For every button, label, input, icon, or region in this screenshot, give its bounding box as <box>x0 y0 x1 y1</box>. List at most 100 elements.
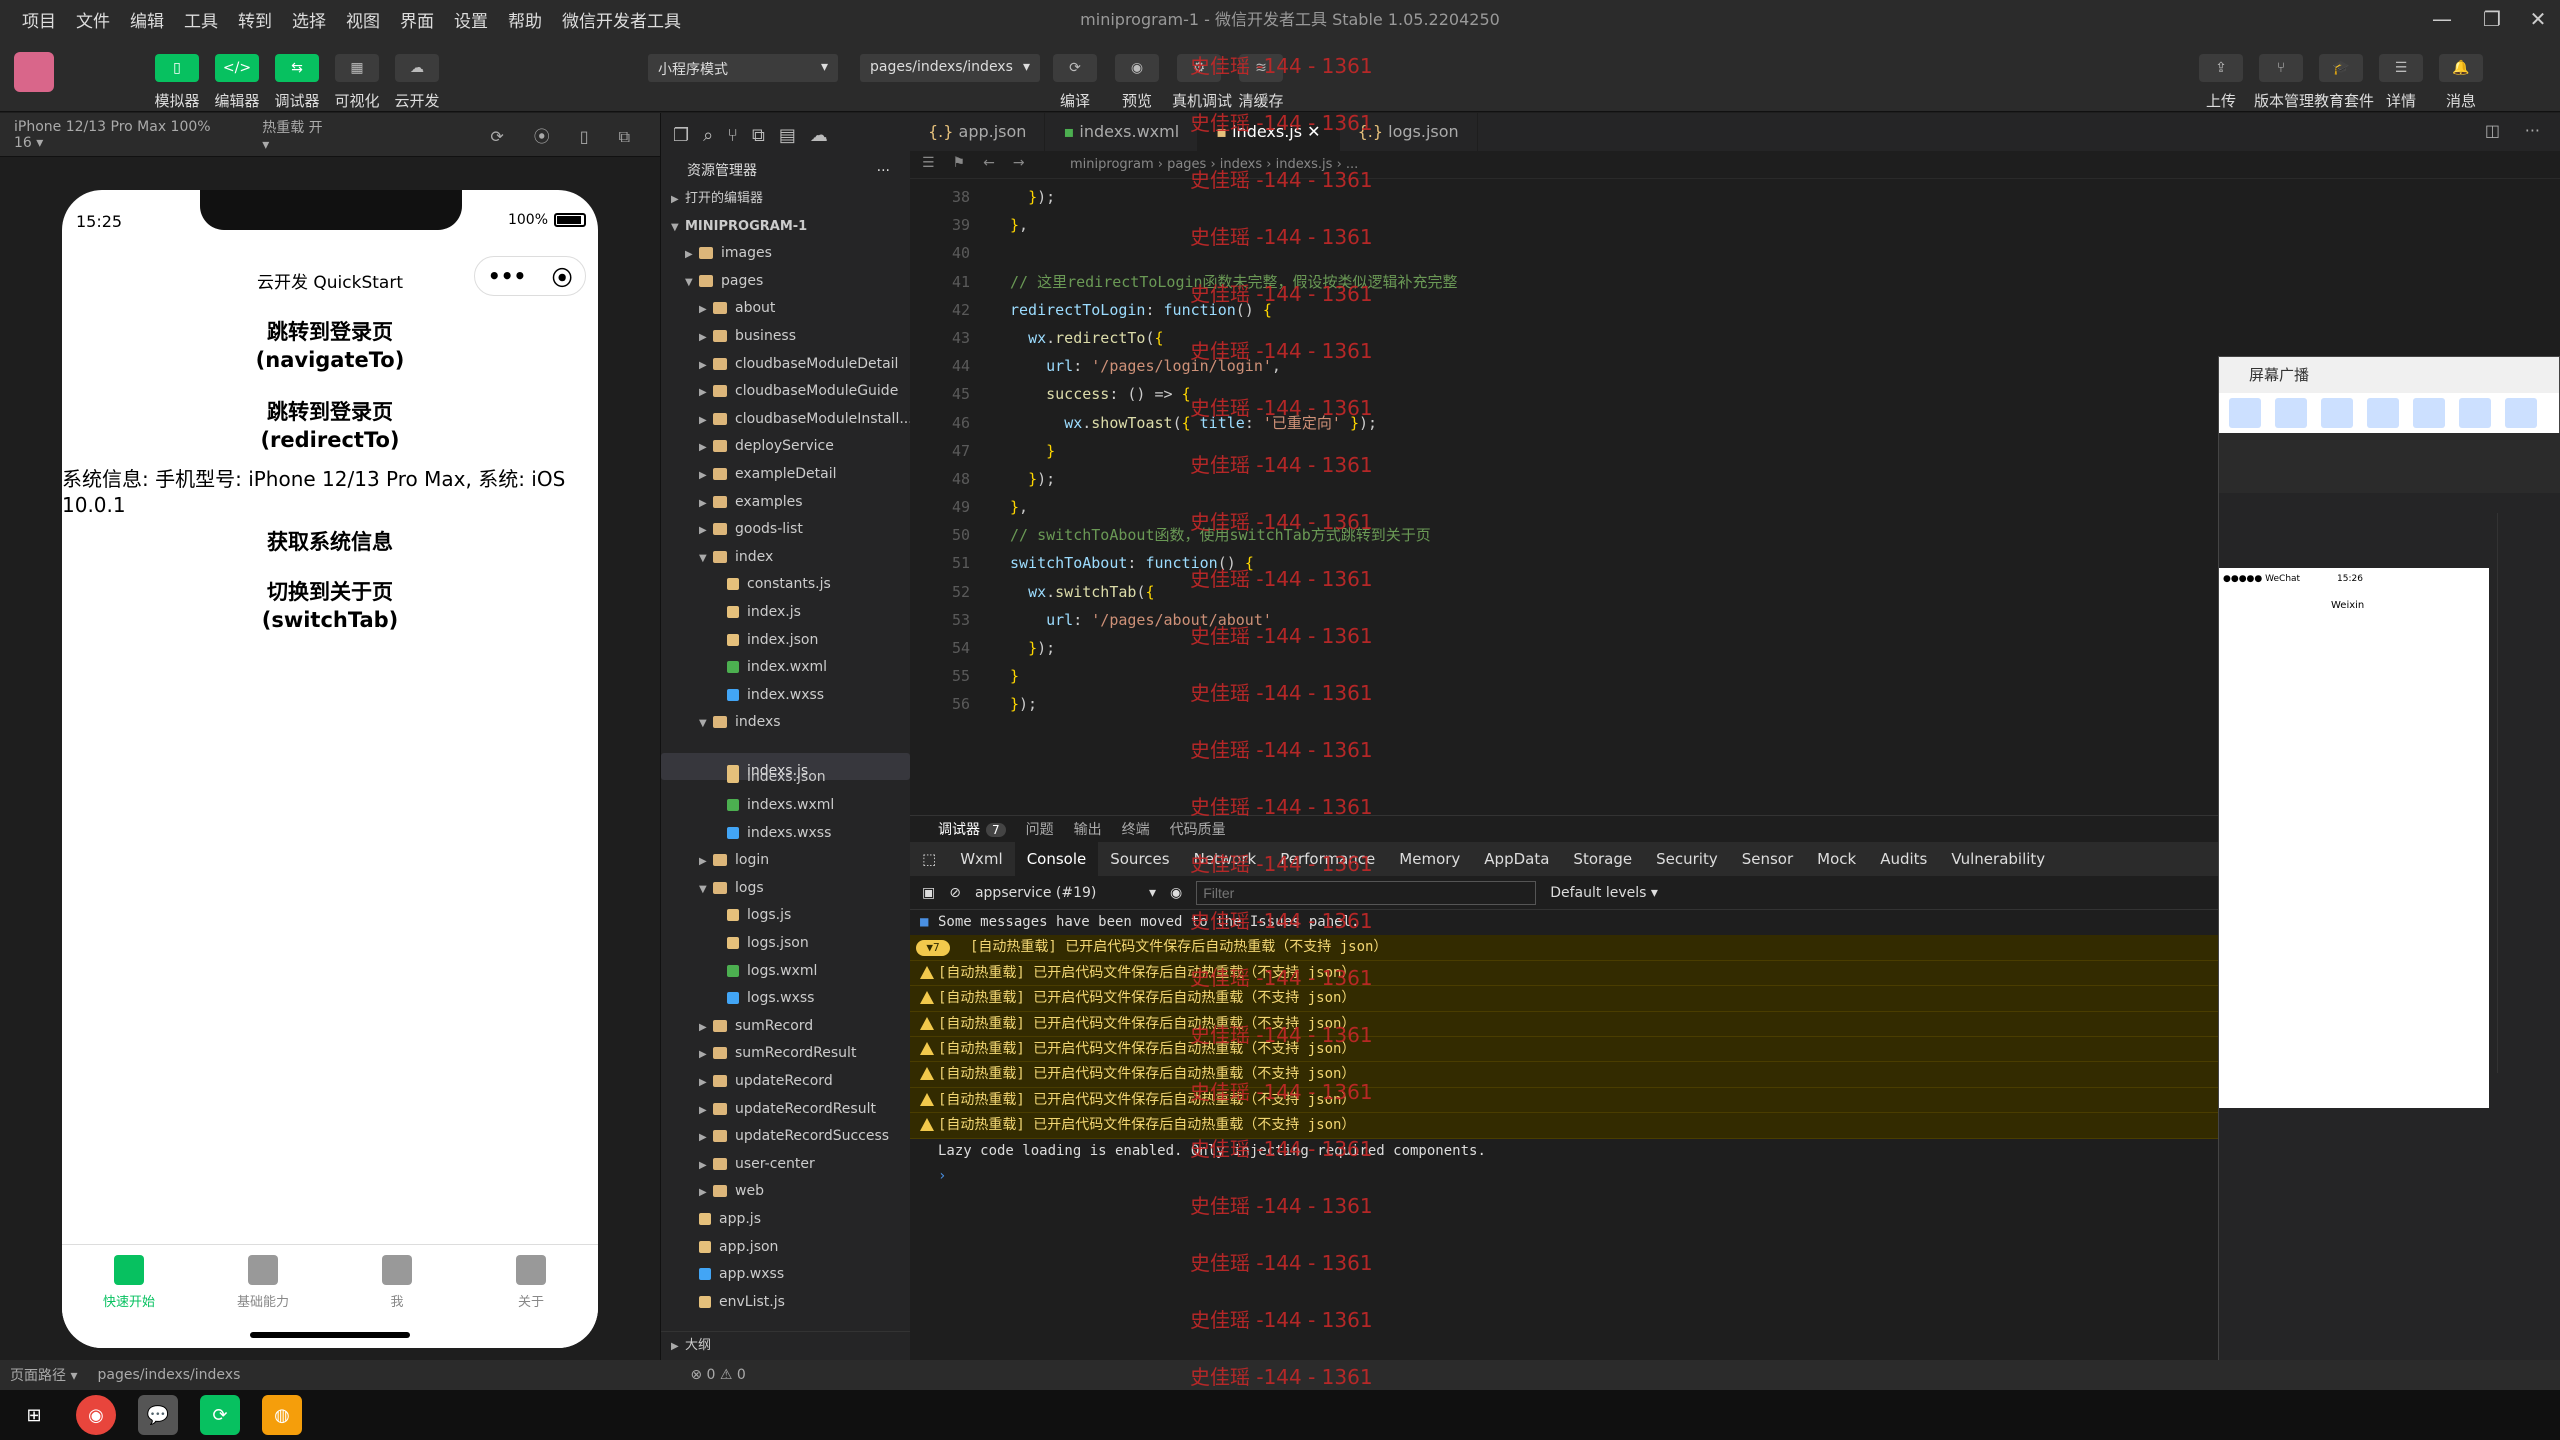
menu-item[interactable]: 微信开发者工具 <box>554 3 689 36</box>
maximize-icon[interactable]: ❐ <box>2470 4 2514 34</box>
code-line[interactable]: 38 }); <box>910 183 2560 211</box>
devtools-tab-appdata[interactable]: AppData <box>1472 842 1561 876</box>
page-path[interactable]: pages/indexs/indexs <box>97 1367 240 1383</box>
toolbar-right-button[interactable]: ⑂ 版本管理 <box>2254 54 2314 111</box>
get-system-info-button[interactable]: 获取系统信息 <box>62 528 598 556</box>
twistie-icon[interactable]: ▶ <box>699 379 713 406</box>
tree-item[interactable]: ▶ sumRecordResult <box>661 1040 910 1068</box>
twistie-icon[interactable]: ▶ <box>699 1152 713 1179</box>
tree-item[interactable]: ▶ login <box>661 847 910 875</box>
devtools-tab-vulnerability[interactable]: Vulnerability <box>1939 842 2057 876</box>
twistie-icon[interactable]: ▶ <box>699 1041 713 1068</box>
editor-tab[interactable]: ▪ indexs.js ✕ <box>1198 113 1340 151</box>
hot-reload-toggle[interactable]: 热重载 开 ▾ <box>262 117 330 153</box>
more-actions-icon[interactable]: ··· <box>877 157 890 185</box>
tree-item[interactable]: ▼ indexs <box>661 709 910 737</box>
avatar[interactable] <box>14 52 54 92</box>
toolbar-mid-button[interactable]: ⚙ 真机调试 <box>1172 54 1232 111</box>
twistie-icon[interactable]: ▼ <box>699 710 713 737</box>
toolbar-icon[interactable]: ≋ <box>1239 54 1283 82</box>
devtools-tab-console[interactable]: Console <box>1014 842 1099 876</box>
tree-item[interactable]: ▶ goods-list <box>661 516 910 544</box>
explorer-activity-icons[interactable]: ❐ ⌕ ⑂ ⧉ ▤ ☁ <box>661 113 910 157</box>
files-icon[interactable]: ❐ <box>673 125 689 146</box>
simulator-tool-icons[interactable]: ⟳⦿▯⧉ <box>490 123 660 147</box>
tree-item[interactable]: ▶ images <box>661 240 910 268</box>
code-text[interactable]: wx.showToast({ title: '已重定向' }); <box>1010 414 1377 432</box>
twistie-icon[interactable]: ▼ <box>685 269 699 296</box>
twistie-icon[interactable]: ▶ <box>699 352 713 379</box>
devtools-tab-audits[interactable]: Audits <box>1868 842 1939 876</box>
code-text[interactable]: redirectToLogin: function() { <box>1010 301 1272 319</box>
tree-item[interactable]: logs.js <box>661 902 910 930</box>
panel-tab[interactable]: 终端 <box>1122 819 1150 839</box>
code-text[interactable]: }); <box>1010 470 1055 488</box>
toolbar-icon[interactable]: ▦ <box>335 54 379 82</box>
editor-tab[interactable]: ▪ indexs.wxml <box>1045 113 1199 151</box>
tree-item[interactable]: ▶ about <box>661 295 910 323</box>
menu-item[interactable]: 选择 <box>284 3 334 36</box>
dropdown-icon[interactable]: ▾ <box>1149 885 1156 901</box>
code-text[interactable]: switchToAbout: function() { <box>1010 554 1254 572</box>
tree-item[interactable]: app.js <box>661 1206 910 1234</box>
clear-console-icon[interactable]: ⊘ <box>949 885 961 901</box>
twistie-icon[interactable]: ▶ <box>699 434 713 461</box>
outline-section[interactable]: ▶ 大纲 <box>661 1331 911 1359</box>
devtools-tab-memory[interactable]: Memory <box>1387 842 1472 876</box>
capsule-close-icon[interactable]: ⦿ <box>552 262 572 291</box>
tree-item[interactable]: logs.wxml <box>661 958 910 986</box>
toolbar-icon[interactable]: ⚙ <box>1177 54 1221 82</box>
menu-item[interactable]: 帮助 <box>500 3 550 36</box>
tree-item[interactable]: ▶ deployService <box>661 433 910 461</box>
devtools-tab-network[interactable]: Network <box>1182 842 1269 876</box>
tree-item[interactable]: ▶ exampleDetail <box>661 461 910 489</box>
toolbar-right-button[interactable]: ☰ 详情 <box>2374 54 2428 111</box>
tree-item[interactable]: ▶ sumRecord <box>661 1013 910 1041</box>
panel-icon[interactable]: ▤ <box>779 125 796 146</box>
filter-input[interactable] <box>1196 880 1537 905</box>
panel-tab[interactable]: 输出 <box>1074 819 1102 839</box>
tab-item[interactable]: 关于 <box>464 1245 598 1348</box>
code-text[interactable]: }, <box>1010 498 1028 516</box>
toolbar-icon[interactable]: ◉ <box>1115 54 1159 82</box>
tab-icon[interactable] <box>248 1255 278 1285</box>
open-editors-section[interactable]: ▶ 打开的编辑器 <box>661 185 910 213</box>
tree-item[interactable]: ▶ updateRecordResult <box>661 1096 910 1124</box>
code-line[interactable]: 43 wx.redirectTo({ <box>910 324 2560 352</box>
code-line[interactable]: 42 redirectToLogin: function() { <box>910 296 2560 324</box>
tree-item[interactable]: app.json <box>661 1234 910 1262</box>
twistie-icon[interactable]: ▶ <box>699 1014 713 1041</box>
devtools-tab-security[interactable]: Security <box>1644 842 1730 876</box>
toolbar-icon[interactable]: 🔔 <box>2439 54 2483 82</box>
compile-page-select[interactable]: pages/indexs/indexs ▾ <box>860 54 1040 82</box>
editor-tab[interactable]: {.} logs.json <box>1340 113 1478 151</box>
tree-item[interactable]: index.wxss <box>661 682 910 710</box>
sidebar-toggle-icon[interactable]: ▣ <box>922 885 935 901</box>
tab-icon[interactable] <box>382 1255 412 1285</box>
mode-select[interactable]: 小程序模式 ▾ <box>648 54 838 82</box>
more-icon[interactable]: ••• <box>488 264 526 288</box>
navigate-to-login-button[interactable]: 跳转到登录页 (navigateTo) <box>62 318 598 374</box>
tree-item[interactable]: envList.js <box>661 1289 910 1317</box>
minimize-icon[interactable]: — <box>2420 4 2464 34</box>
twistie-icon[interactable]: ▶ <box>699 407 713 434</box>
tab-icon[interactable] <box>516 1255 546 1285</box>
toolbar-left-button[interactable]: ⇆ 调试器 <box>270 54 324 111</box>
editor-tab[interactable]: {.} app.json <box>910 113 1046 151</box>
tab-icon[interactable] <box>114 1255 144 1285</box>
tree-item[interactable]: indexs.wxml <box>661 792 910 820</box>
twistie-icon[interactable]: ▶ <box>699 296 713 323</box>
toolbar-right-button[interactable]: ⇪ 上传 <box>2194 54 2248 111</box>
toolbar-icon[interactable]: ⑂ <box>2259 54 2303 82</box>
code-text[interactable]: }, <box>1010 216 1028 234</box>
panel-tab[interactable]: 问题 <box>1026 819 1054 839</box>
tree-item[interactable]: index.wxml <box>661 654 910 682</box>
code-line[interactable]: 41 // 这里redirectToLogin函数未完整，假设按类似逻辑补充完整 <box>910 268 2560 296</box>
toolbar-icon[interactable]: ⇆ <box>275 54 319 82</box>
code-text[interactable]: url: '/pages/about/about' <box>1010 611 1272 629</box>
twistie-icon[interactable]: ▶ <box>699 848 713 875</box>
code-line[interactable]: 39}, <box>910 211 2560 239</box>
tree-item[interactable]: ▶ updateRecordSuccess <box>661 1123 910 1151</box>
twistie-icon[interactable]: ▼ <box>699 545 713 572</box>
code-text[interactable]: wx.switchTab({ <box>1010 583 1154 601</box>
